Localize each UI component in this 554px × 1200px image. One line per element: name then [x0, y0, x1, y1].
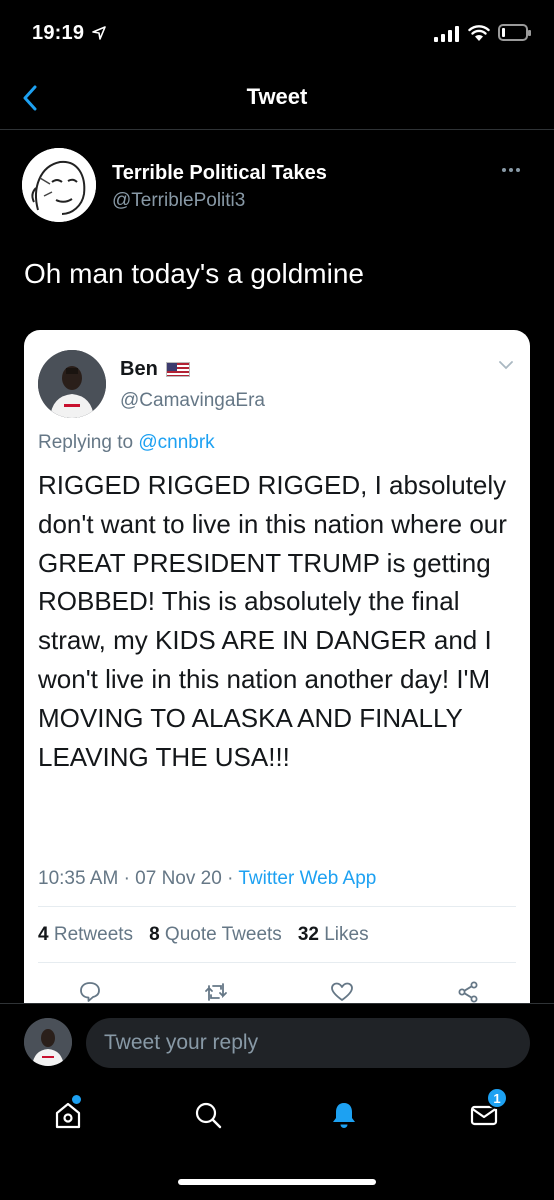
- divider: [38, 962, 516, 963]
- new-tweets-dot: [72, 1095, 81, 1104]
- search-icon: [195, 1102, 222, 1129]
- quoted-author-avatar[interactable]: [38, 350, 106, 418]
- tab-bar: 1: [0, 1081, 554, 1200]
- divider: [38, 906, 516, 907]
- person-photo-icon: [24, 1018, 72, 1066]
- us-flag-icon: [165, 362, 190, 377]
- quoted-tweet-card[interactable]: Ben @CamavingaEra Replying to @cnnbrk RI…: [24, 330, 530, 1003]
- tweet-meta: 10:35 AM · 07 Nov 20 · Twitter Web App: [38, 868, 376, 890]
- reply-bar: [0, 1003, 554, 1081]
- author-avatar[interactable]: [22, 148, 96, 222]
- share-icon[interactable]: [456, 980, 480, 1003]
- home-icon: [55, 1102, 81, 1129]
- author-handle[interactable]: @TerriblePoliti3: [112, 190, 245, 212]
- tweet-text: Oh man today's a goldmine: [24, 258, 364, 289]
- nav-bar: Tweet: [0, 64, 554, 130]
- tweet-date: 07 Nov 20: [135, 868, 222, 889]
- retweet-icon[interactable]: [204, 980, 228, 1003]
- more-options-button[interactable]: [502, 168, 520, 172]
- tab-home[interactable]: [46, 1093, 90, 1137]
- location-arrow-icon: [92, 26, 106, 40]
- quoted-author-name-text: Ben: [120, 358, 158, 380]
- quote-tweets-stat[interactable]: 8 Quote Tweets: [149, 924, 282, 946]
- battery-icon: [498, 24, 531, 41]
- meta-separator: ·: [123, 868, 130, 889]
- reply-input[interactable]: [86, 1018, 530, 1068]
- quoted-author-name[interactable]: Ben: [120, 358, 190, 381]
- wifi-icon: [468, 25, 490, 41]
- replying-to: Replying to @cnnbrk: [38, 432, 215, 454]
- tweet-source-link[interactable]: Twitter Web App: [238, 868, 376, 889]
- more-icon: [502, 168, 506, 172]
- tab-notifications[interactable]: [322, 1093, 366, 1137]
- wojak-face-icon: [22, 148, 96, 222]
- notifications-bell-icon: [333, 1103, 355, 1128]
- page-title: Tweet: [246, 84, 308, 109]
- meta-separator: ·: [227, 868, 234, 889]
- home-indicator[interactable]: [178, 1179, 376, 1185]
- tweet-actions: [24, 980, 530, 1003]
- author-name[interactable]: Terrible Political Takes: [112, 162, 327, 185]
- quoted-author-handle[interactable]: @CamavingaEra: [120, 390, 265, 412]
- person-photo-icon: [38, 350, 106, 418]
- likes-stat[interactable]: 32 Likes: [298, 924, 369, 946]
- quoted-tweet-text: RIGGED RIGGED RIGGED, I absolutely don't…: [38, 470, 507, 772]
- tweet-stats: 4 Retweets 8 Quote Tweets 32 Likes: [38, 924, 369, 946]
- status-time: 19:19: [32, 22, 85, 44]
- chevron-down-icon[interactable]: [498, 360, 514, 370]
- my-avatar[interactable]: [24, 1018, 72, 1066]
- tab-search[interactable]: [186, 1093, 230, 1137]
- reply-icon[interactable]: [78, 980, 102, 1003]
- tab-messages[interactable]: 1: [462, 1087, 508, 1137]
- replying-prefix: Replying to: [38, 432, 134, 453]
- tweet-time: 10:35 AM: [38, 868, 119, 889]
- retweets-stat[interactable]: 4 Retweets: [38, 924, 133, 946]
- messages-badge: 1: [486, 1087, 508, 1109]
- like-icon[interactable]: [330, 980, 354, 1003]
- replying-to-link[interactable]: @cnnbrk: [138, 432, 214, 453]
- status-bar: 19:19: [0, 0, 554, 64]
- signal-icon: [434, 26, 459, 42]
